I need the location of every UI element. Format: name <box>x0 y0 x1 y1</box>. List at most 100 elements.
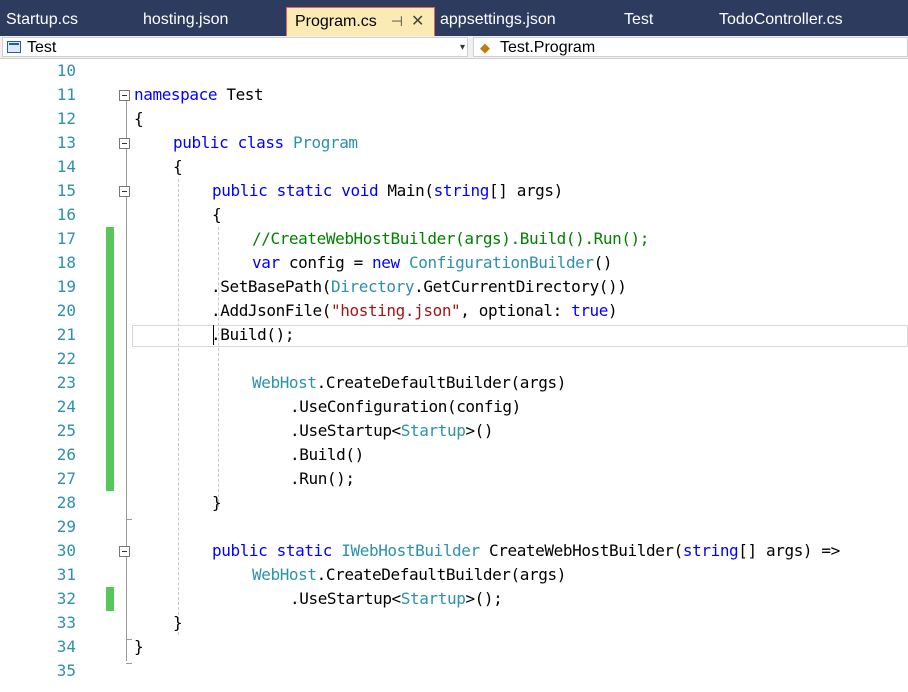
line-number: 31 <box>56 565 76 584</box>
code-line-33: 33 } <box>0 611 908 635</box>
code-text: namespace Test <box>134 83 264 107</box>
keyword: true <box>571 301 609 320</box>
identifier: [] args) <box>489 181 563 200</box>
code-text: .UseConfiguration(config) <box>290 397 521 416</box>
line-number: 17 <box>56 229 76 248</box>
code-text: .Build(); <box>211 325 295 344</box>
change-marker <box>106 251 114 275</box>
code-line-29: 29 <box>0 515 908 539</box>
code-line-20: 20 .AddJsonFile("hosting.json", optional… <box>0 299 908 323</box>
code-line-30: 30 public static IWebHostBuilder CreateW… <box>0 539 908 563</box>
type-name: IWebHostBuilder <box>341 541 480 560</box>
code-line-17: 17 //CreateWebHostBuilder(args).Build().… <box>0 227 908 251</box>
navigation-bar: Test ▾ ◆ Test.Program <box>0 36 908 59</box>
line-number: 18 <box>56 253 76 272</box>
code-line-16: 16 { <box>0 203 908 227</box>
code-editor[interactable]: 10 11 namespace Test 12 { 13 public clas… <box>0 59 908 692</box>
collapse-icon[interactable] <box>119 546 130 557</box>
code-line-34: 34 } <box>0 635 908 659</box>
identifier: () <box>593 253 613 272</box>
tab-label: Program.cs <box>295 13 377 30</box>
document-tab-bar: Startup.cs hosting.json Program.cs ⊣ ✕ app… <box>0 0 908 39</box>
change-marker <box>106 227 114 251</box>
identifier: .UseStartup< <box>290 421 401 440</box>
code-line-35: 35 <box>0 659 908 683</box>
identifier: .UseStartup< <box>290 589 401 608</box>
code-text: { <box>173 157 183 176</box>
pin-icon[interactable]: ⊣ <box>391 8 403 34</box>
identifier: >(); <box>465 589 503 608</box>
line-number: 33 <box>56 613 76 632</box>
line-number: 30 <box>56 541 76 560</box>
identifier: .SetBasePath( <box>211 277 332 296</box>
tab-startup-cs[interactable]: Startup.cs <box>6 8 78 32</box>
code-line-11: 11 namespace Test <box>0 83 908 107</box>
keyword: public static <box>212 541 333 560</box>
code-line-10: 10 <box>0 59 908 83</box>
code-line-21: 21 .Build(); <box>0 323 908 347</box>
tab-test[interactable]: Test <box>624 8 653 32</box>
tab-hosting-json[interactable]: hosting.json <box>143 8 228 32</box>
tab-appsettings-json[interactable]: appsettings.json <box>440 8 556 32</box>
identifier: [] args) => <box>738 541 840 560</box>
identifier: .GetCurrentDirectory()) <box>414 277 627 296</box>
code-line-13: 13 public class Program <box>0 131 908 155</box>
collapse-icon[interactable] <box>119 186 130 197</box>
string-literal: "hosting.json" <box>331 301 461 320</box>
line-number: 10 <box>56 61 76 80</box>
chevron-down-icon[interactable]: ▾ <box>460 39 465 57</box>
identifier: , optional: <box>460 301 572 320</box>
line-number: 23 <box>56 373 76 392</box>
type-name: Program <box>293 133 358 152</box>
type-dropdown[interactable]: ◆ Test.Program <box>473 37 908 57</box>
line-number: 34 <box>56 637 76 656</box>
code-text: .Run(); <box>290 469 355 488</box>
line-number: 13 <box>56 133 76 152</box>
project-icon <box>7 41 21 53</box>
change-marker <box>106 275 114 299</box>
line-number: 14 <box>56 157 76 176</box>
keyword: public static void <box>212 181 379 200</box>
change-marker <box>106 395 114 419</box>
code-text: .UseStartup<Startup>(); <box>290 587 503 611</box>
code-line-19: 19 .SetBasePath(Directory.GetCurrentDire… <box>0 275 908 299</box>
keyword: namespace <box>134 85 218 104</box>
change-marker <box>106 371 114 395</box>
code-text: WebHost.CreateDefaultBuilder(args) <box>252 563 566 587</box>
type-name: Startup <box>400 421 466 440</box>
tab-label: hosting.json <box>143 11 229 28</box>
change-marker <box>106 587 114 611</box>
collapse-icon[interactable] <box>119 90 130 101</box>
identifier: .AddJsonFile( <box>211 301 332 320</box>
line-number: 11 <box>56 85 76 104</box>
comment-text: //CreateWebHostBuilder(args).Build().Run… <box>252 229 650 248</box>
code-text: } <box>134 637 144 656</box>
code-line-31: 31 WebHost.CreateDefaultBuilder(args) <box>0 563 908 587</box>
keyword: new <box>372 253 400 272</box>
identifier: ) <box>608 301 618 320</box>
code-text: public class Program <box>173 131 358 155</box>
type-name: Directory <box>331 277 415 296</box>
keyword: string <box>433 181 490 200</box>
change-marker <box>106 467 114 491</box>
line-number: 21 <box>56 325 76 344</box>
code-text: .UseStartup<Startup>() <box>290 419 494 443</box>
code-line-22: 22 <box>0 347 908 371</box>
class-icon: ◆ <box>480 40 490 55</box>
change-marker <box>106 323 114 347</box>
code-line-18: 18 var config = new ConfigurationBuilder… <box>0 251 908 275</box>
close-icon[interactable]: ✕ <box>411 9 424 35</box>
type-name: WebHost <box>252 373 317 392</box>
type-name: ConfigurationBuilder <box>408 253 594 272</box>
tab-program-cs[interactable]: Program.cs ⊣ ✕ <box>286 7 435 39</box>
tab-todocontroller-cs[interactable]: TodoController.cs <box>719 8 843 32</box>
change-marker <box>106 443 114 467</box>
change-marker <box>106 419 114 443</box>
code-text: { <box>134 109 144 128</box>
code-text: } <box>173 613 183 632</box>
code-line-26: 26 .Build() <box>0 443 908 467</box>
collapse-icon[interactable] <box>119 138 130 149</box>
project-dropdown[interactable]: Test ▾ <box>2 37 468 57</box>
identifier: config = <box>279 253 373 272</box>
code-text: WebHost.CreateDefaultBuilder(args) <box>252 371 566 395</box>
